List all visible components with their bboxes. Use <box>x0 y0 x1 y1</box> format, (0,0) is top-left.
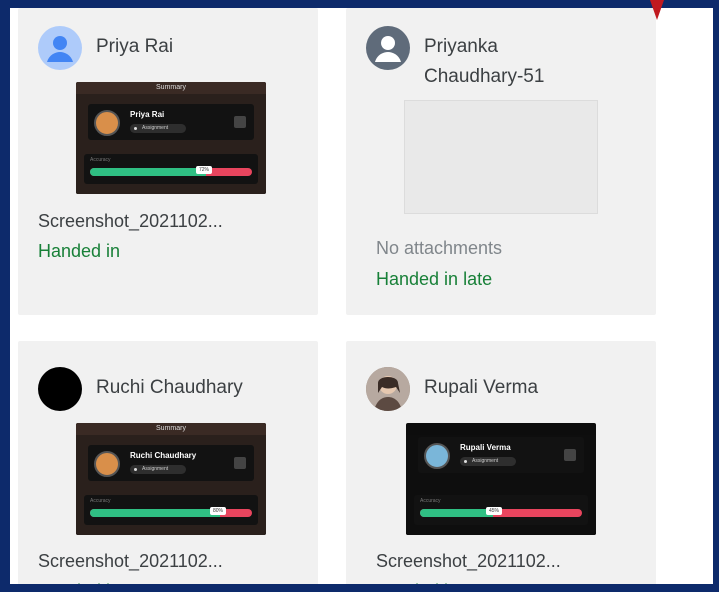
progress-fill <box>420 509 493 517</box>
student-header: Rupali Verma <box>366 367 594 411</box>
profile-image <box>424 443 450 469</box>
bar-label: Accuracy <box>420 498 441 504</box>
attachment-thumbnail[interactable]: Rupali Verma Assignment Accuracy 45% <box>406 423 596 535</box>
share-icon <box>234 457 246 469</box>
black-circle-avatar-icon <box>38 367 82 411</box>
bar-label: Accuracy <box>90 157 111 163</box>
profile-image <box>94 110 120 136</box>
share-icon <box>564 449 576 461</box>
submission-card[interactable]: Rupali Verma Rupali Verma Assignment Acc… <box>346 341 656 592</box>
file-name[interactable]: Screenshot_2021102... <box>38 211 223 232</box>
thumbnail-badge: Assignment <box>460 457 516 466</box>
thumbnail-header: Summary <box>76 82 266 94</box>
status-text: Handed in <box>376 581 459 592</box>
thumbnail-name: Rupali Verma <box>460 443 511 452</box>
attachment-thumbnail[interactable]: Summary Priya Rai Assignment Accuracy 72… <box>76 82 266 194</box>
empty-attachment-placeholder <box>404 100 598 214</box>
student-name[interactable]: Ruchi Chaudhary <box>96 373 266 403</box>
student-header: Ruchi Chaudhary <box>38 367 266 411</box>
thumbnail-header: Summary <box>76 423 266 435</box>
default-person-avatar-icon <box>366 26 410 70</box>
submission-card[interactable]: Priyanka Chaudhary-51 No attachments Han… <box>346 8 656 315</box>
status-text: Handed in <box>38 241 121 261</box>
red-pointer-marker <box>650 0 664 20</box>
attachment-thumbnail[interactable]: Summary Ruchi Chaudhary Assignment Accur… <box>76 423 266 535</box>
share-icon <box>234 116 246 128</box>
student-name[interactable]: Priya Rai <box>96 32 266 62</box>
thumbnail-name: Ruchi Chaudhary <box>130 451 197 460</box>
student-name[interactable]: Priyanka Chaudhary-51 <box>424 32 594 92</box>
submission-card[interactable]: Ruchi Chaudhary Summary Ruchi Chaudhary … <box>18 341 318 592</box>
profile-image <box>94 451 120 477</box>
thumbnail-badge: Assignment <box>130 124 186 133</box>
student-name[interactable]: Rupali Verma <box>424 373 594 403</box>
status-text: Handed in late <box>376 269 493 289</box>
file-name[interactable]: Screenshot_2021102... <box>38 551 223 572</box>
progress-value: 45% <box>486 507 503 515</box>
bar-label: Accuracy <box>90 498 111 504</box>
progress-fill <box>90 168 206 176</box>
progress-value: 72% <box>196 166 213 174</box>
default-person-avatar-icon <box>38 26 82 70</box>
file-name[interactable]: Screenshot_2021102... <box>376 551 561 572</box>
submission-card[interactable]: Priya Rai Summary Priya Rai Assignment A… <box>18 8 318 315</box>
student-header: Priya Rai <box>38 26 266 70</box>
thumbnail-badge: Assignment <box>130 465 186 474</box>
progress-fill <box>90 509 220 517</box>
thumbnail-name: Priya Rai <box>130 110 165 119</box>
submissions-grid: Priya Rai Summary Priya Rai Assignment A… <box>0 0 719 592</box>
photo-avatar-icon <box>366 367 410 411</box>
student-header: Priyanka Chaudhary-51 <box>366 26 594 92</box>
no-attachments-text: No attachments <box>376 238 503 258</box>
progress-value: 80% <box>210 507 227 515</box>
status-text: Handed in <box>38 581 121 592</box>
